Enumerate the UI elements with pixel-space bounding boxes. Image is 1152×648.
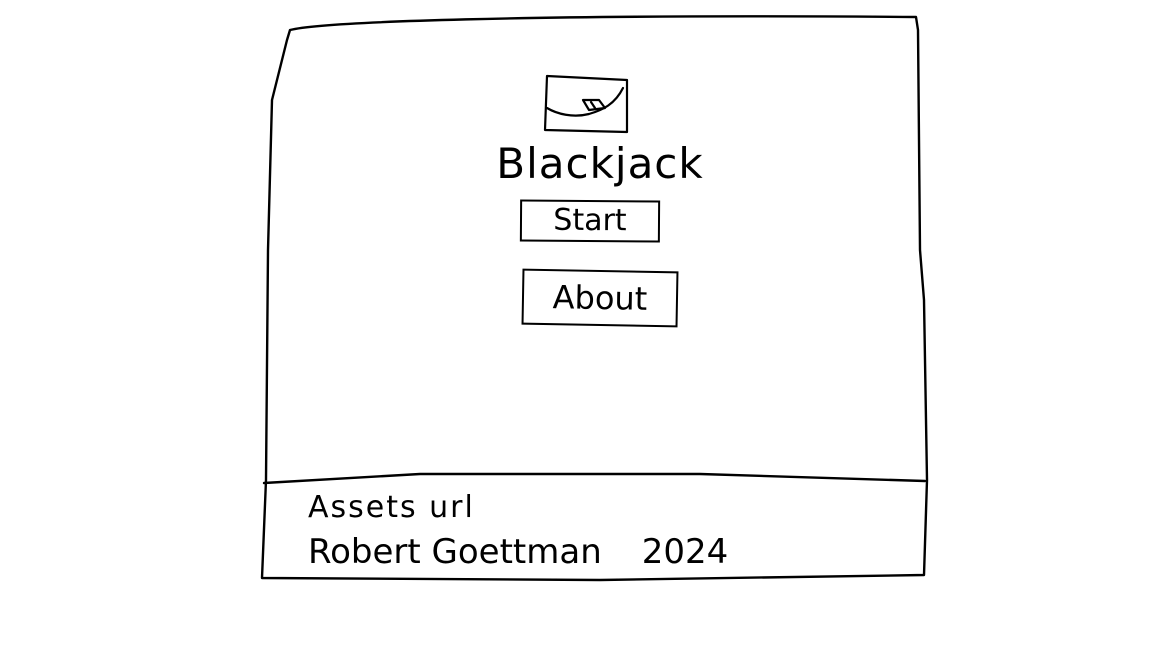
footer-credit: Robert Goettman 2024 — [308, 530, 728, 574]
copyright-year: 2024 — [641, 532, 729, 572]
assets-url-link[interactable]: Assets url — [308, 488, 475, 528]
start-button[interactable]: Start — [519, 199, 661, 243]
about-button[interactable]: About — [521, 268, 679, 328]
card-logo-icon — [543, 74, 629, 134]
author-name: Robert Goettman — [308, 532, 602, 572]
page-title: Blackjack — [496, 139, 704, 188]
